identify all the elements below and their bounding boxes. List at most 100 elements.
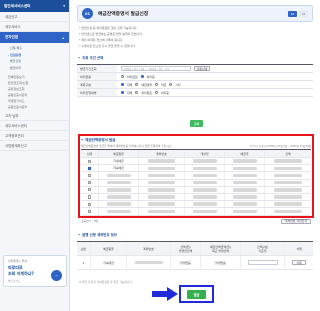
balance-date xyxy=(241,256,285,269)
sidebar: 법인세서비스센터 ▾ 세금신고 세무서비스 전자민원 ▴ · 신청/제출 · 민… xyxy=(0,0,70,311)
table-cell-redacted xyxy=(185,208,225,215)
redacted-value xyxy=(106,202,131,206)
redacted-value xyxy=(147,180,176,185)
redacted-value xyxy=(106,173,131,178)
radio-option[interactable] xyxy=(169,83,173,86)
delete-button[interactable]: 삭제 xyxy=(292,260,306,265)
row-checkbox[interactable] xyxy=(87,209,92,213)
sidebar-subitem[interactable]: · 공동인증서관리 xyxy=(0,104,69,110)
radio-option[interactable] xyxy=(135,91,139,94)
table-cell-redacted xyxy=(265,187,311,193)
radio-option-selected[interactable] xyxy=(140,75,144,78)
row-checkbox[interactable] xyxy=(87,202,92,206)
direct-input-button[interactable]: 계좌번호 직접입력 xyxy=(280,218,311,224)
form-row-progress: 처리진행여부 전체 처리완료 처리중 xyxy=(77,89,313,97)
column-header: 잔액 xyxy=(285,151,291,156)
redacted-value xyxy=(192,202,217,206)
sidebar-item[interactable]: 세금신고 xyxy=(0,12,69,22)
radio-label: 처리완료 xyxy=(141,90,152,95)
table-cell-redacted xyxy=(185,165,225,172)
sidebar-item[interactable]: 사업용계좌신고 xyxy=(0,141,69,151)
row-checkbox[interactable] xyxy=(87,181,92,185)
row-checkbox-cell xyxy=(81,179,99,186)
radio-option-selected[interactable] xyxy=(121,83,124,86)
redacted-value xyxy=(274,173,302,178)
delete-cell: 삭제 xyxy=(285,256,313,269)
form-label: 처리현황 xyxy=(77,73,117,80)
table-row[interactable] xyxy=(81,179,311,187)
redacted-value xyxy=(274,209,302,214)
table-row[interactable] xyxy=(81,172,311,180)
column-header: 예금주 xyxy=(225,150,265,157)
page-title: 예금잔액증명서 발급신청 xyxy=(98,12,149,17)
account-type: 저축예금 xyxy=(91,256,127,269)
table-row[interactable] xyxy=(81,193,311,202)
column-header: 선택 xyxy=(81,150,99,157)
sidebar-subitem[interactable]: · 발급이력 xyxy=(0,65,69,72)
table-cell-redacted xyxy=(185,201,225,208)
sidebar-subitem-label: · 공유정보조회 xyxy=(6,87,25,91)
redacted-value xyxy=(232,209,257,214)
table-cell-redacted xyxy=(99,186,139,193)
table-row[interactable]: 저축예금 xyxy=(81,165,311,173)
footnote: ※ 발급 신청 후 처리완료된 후 발급 가능합니다. xyxy=(79,280,133,284)
sidebar-subitem-label: · 발급신청 xyxy=(8,59,21,64)
results-table: 선택 예금종류 계좌번호 개설일 예금주 잔액 저축예금 저축예금 xyxy=(81,149,311,216)
promo-banner[interactable]: 타운웹게시 말상 따로따로 조회 어케하냐? 바로가기 ▸ – xyxy=(3,255,67,287)
sidebar-item[interactable]: 고객정보관리 xyxy=(0,131,69,141)
table-row[interactable] xyxy=(81,208,311,216)
results-title-text: 예금잔액증명서 발급 xyxy=(85,137,116,142)
radio-label: 처리중 xyxy=(146,74,155,79)
table-cell-redacted xyxy=(139,193,185,201)
banner-badge-icon: – xyxy=(51,270,62,281)
table-row[interactable] xyxy=(81,186,311,194)
sidebar-item-label: 고객정보관리 xyxy=(5,134,24,138)
redacted-value xyxy=(232,180,257,185)
step-number: 01 xyxy=(82,8,93,19)
redacted-value xyxy=(192,180,217,185)
redacted-value xyxy=(147,209,176,214)
table-cell-redacted xyxy=(185,179,225,186)
row-checkbox[interactable] xyxy=(87,195,92,199)
table-cell-redacted xyxy=(265,194,311,200)
row-checkbox[interactable] xyxy=(87,188,92,192)
radio-option[interactable] xyxy=(154,91,158,94)
table-row[interactable]: 저축예금 xyxy=(81,158,311,166)
sidebar-item[interactable]: 고지·납부 xyxy=(0,111,69,121)
table-cell-redacted xyxy=(139,186,185,193)
radio-option-selected[interactable] xyxy=(121,91,124,94)
radio-option[interactable] xyxy=(135,83,139,86)
account-number xyxy=(127,256,171,269)
table-cell-redacted xyxy=(265,172,311,178)
redacted-value xyxy=(192,195,217,199)
row-checkbox[interactable] xyxy=(87,159,92,163)
redacted-value xyxy=(232,202,257,206)
table-cell-redacted xyxy=(99,172,139,179)
row-checkbox[interactable] xyxy=(87,173,92,178)
table-cell-redacted xyxy=(265,165,311,171)
date-range-input[interactable]: 2021 - 07 - 01 ~ 2021 - 07 - 31 xyxy=(121,65,191,72)
row-checkbox-cell xyxy=(81,201,99,208)
radio-option[interactable] xyxy=(154,83,158,86)
redacted-value xyxy=(192,166,217,171)
table-cell-redacted xyxy=(225,186,265,193)
issue-button[interactable]: 발급 xyxy=(187,289,206,299)
date-input[interactable] xyxy=(247,259,278,266)
row-checkbox-cell xyxy=(81,172,99,179)
table-cell-redacted xyxy=(225,193,265,201)
row-checkbox[interactable] xyxy=(87,166,92,170)
redacted-value xyxy=(274,188,302,192)
row-checkbox-cell xyxy=(81,158,99,165)
sidebar-item[interactable]: 세무서비스센터 xyxy=(0,121,69,131)
table-row[interactable] xyxy=(81,201,311,209)
section-title-text: 조회 조건 선택 xyxy=(82,56,104,60)
sidebar-item[interactable]: 세무서비스 xyxy=(0,22,69,32)
table-row: 1 저축예금 발행없음 발행없음 삭제 xyxy=(77,256,313,270)
radio-option[interactable] xyxy=(121,75,124,78)
radio-label: 예금계좌 xyxy=(141,82,152,87)
sidebar-active-section[interactable]: 전자민원 ▴ xyxy=(0,32,69,43)
row-checkbox-cell xyxy=(81,193,99,201)
lookup-button[interactable]: 조회 xyxy=(190,120,203,127)
sidebar-header[interactable]: 법인세서비스센터 ▾ xyxy=(0,0,69,12)
date-select-button[interactable]: 날짜선택 xyxy=(194,65,210,72)
